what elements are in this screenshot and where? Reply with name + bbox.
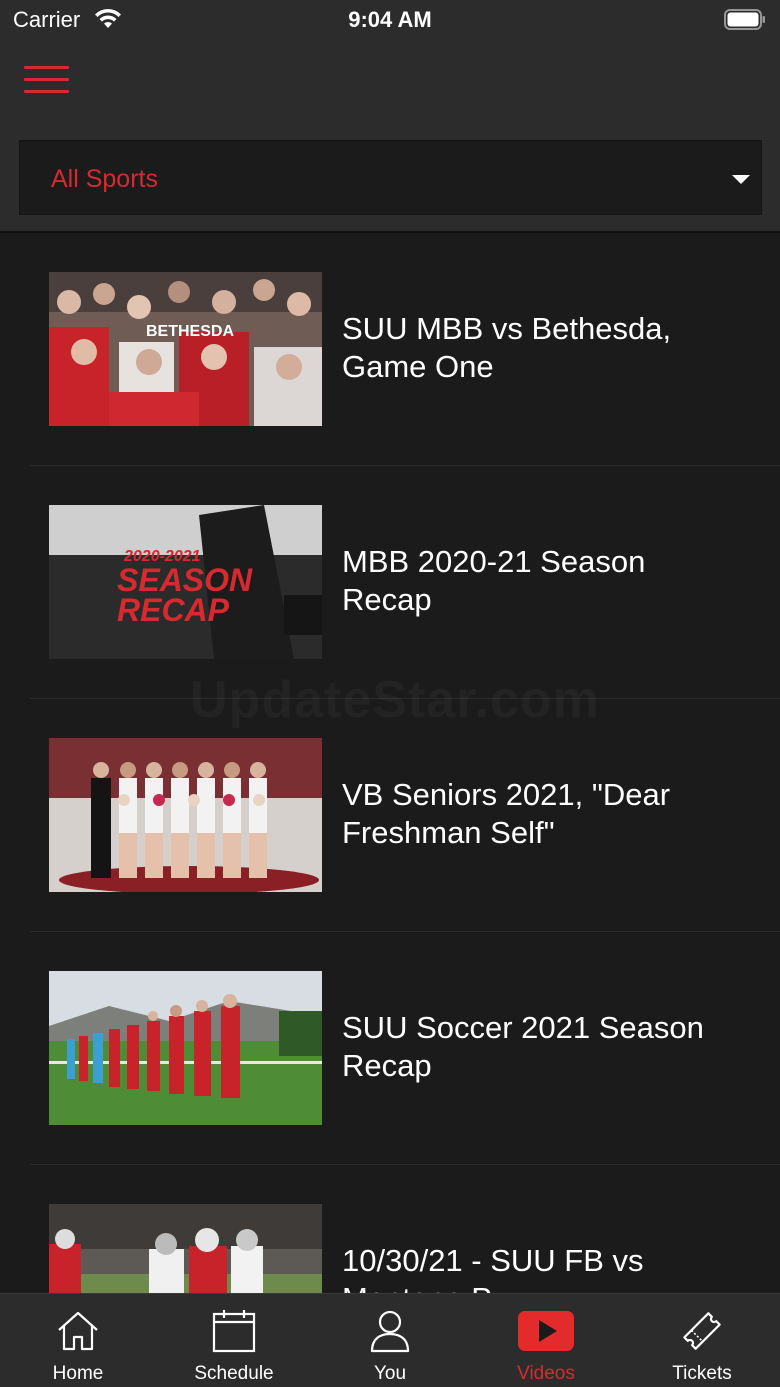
battery-icon — [724, 9, 765, 30]
tab-label: Tickets — [672, 1363, 732, 1384]
video-thumbnail — [49, 971, 322, 1125]
video-thumbnail: 2020-2021 SEASON RECAP — [49, 505, 322, 659]
video-list[interactable]: BETHESDA SUU MBB vs Bethesda, Game One 2… — [0, 233, 780, 1293]
status-time: 9:04 AM — [348, 7, 432, 32]
tab-label: You — [373, 1363, 407, 1384]
video-item[interactable]: 2020-2021 SEASON RECAP MBB 2020-21 Seaso… — [0, 466, 780, 699]
video-title: SUU Soccer 2021 Season Recap — [342, 1010, 704, 1083]
video-title: VB Seniors 2021, "Dear Freshman Self" — [342, 777, 671, 850]
sport-filter-dropdown[interactable]: All Sports — [19, 140, 762, 215]
tab-videos[interactable]: Videos — [468, 1294, 624, 1387]
app-header: All Sports — [0, 40, 780, 233]
video-thumbnail — [49, 738, 322, 892]
video-thumbnail: BETHESDA — [49, 272, 322, 426]
video-item[interactable]: VB Seniors 2021, "Dear Freshman Self" — [0, 699, 780, 932]
video-item[interactable]: 10/30/21 - SUU FB vs Montana P... — [0, 1165, 780, 1293]
tab-schedule[interactable]: Schedule — [156, 1294, 312, 1387]
sport-filter-value: All Sports — [51, 165, 158, 193]
person-icon — [370, 1310, 410, 1353]
tab-label: Schedule — [194, 1363, 274, 1384]
home-icon — [58, 1311, 98, 1351]
youtube-play-icon — [518, 1311, 574, 1351]
video-item[interactable]: BETHESDA SUU MBB vs Bethesda, Game One — [0, 233, 780, 466]
video-item[interactable]: SUU Soccer 2021 Season Recap — [0, 932, 780, 1165]
tab-label: Videos — [517, 1363, 575, 1384]
caret-down-icon — [732, 175, 750, 184]
tab-home[interactable]: Home — [0, 1294, 156, 1387]
hamburger-menu-icon[interactable] — [24, 66, 70, 96]
video-title: SUU MBB vs Bethesda, Game One — [342, 311, 672, 384]
calendar-icon — [212, 1310, 256, 1353]
tab-you[interactable]: You — [312, 1294, 468, 1387]
video-title: 10/30/21 - SUU FB vs Montana P... — [342, 1243, 644, 1293]
tab-label: Home — [52, 1363, 104, 1384]
tab-bar: Home Schedule You Videos Tickets — [0, 1293, 780, 1387]
thumbnail-text-recap: RECAP — [117, 592, 230, 628]
watermark: UpdateStar.com — [190, 670, 600, 730]
status-bar: Carrier 9:04 AM — [0, 0, 780, 40]
video-thumbnail — [49, 1204, 322, 1293]
thumbnail-text: BETHESDA — [146, 323, 234, 340]
ticket-icon — [683, 1312, 721, 1350]
video-title: MBB 2020-21 Season Recap — [342, 544, 646, 617]
tab-tickets[interactable]: Tickets — [624, 1294, 780, 1387]
